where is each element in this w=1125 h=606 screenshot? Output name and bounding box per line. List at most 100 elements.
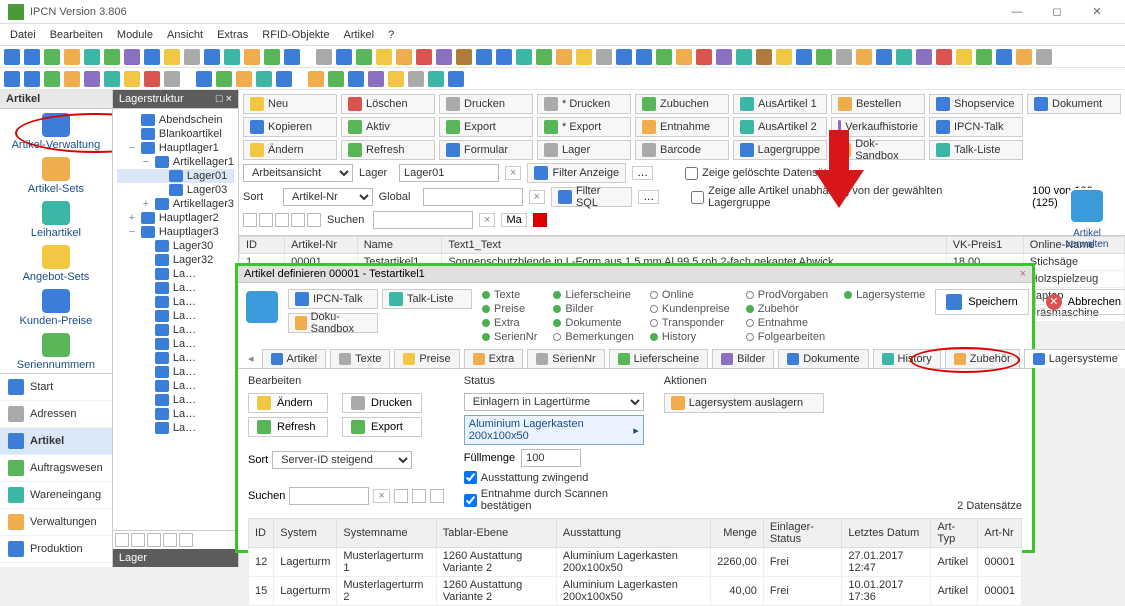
tree-node-selected[interactable]: Lager01 [117,169,234,183]
bestellen-button[interactable]: Bestellen [831,94,925,114]
angebot-sets-card[interactable]: Angebot-Sets [0,241,112,285]
dialog-close-button[interactable]: × [1020,268,1026,280]
neu-button[interactable]: Neu [243,94,337,114]
tool-icon[interactable] [164,49,180,65]
artikel-verwalten-card[interactable]: Artikel verwalten [1057,188,1117,250]
dlg-suchen-input[interactable] [289,487,369,505]
refresh-button[interactable]: Refresh [248,417,328,437]
nav-last[interactable] [291,213,305,227]
tool-icon[interactable] [64,49,80,65]
tree-node[interactable]: La… [117,323,234,337]
tree-tool[interactable] [179,533,193,547]
clear-icon[interactable]: × [373,489,389,503]
drucken-button[interactable]: Drucken [439,94,533,114]
kopieren-button[interactable]: Kopieren [243,117,337,137]
tool-icon[interactable] [696,49,712,65]
tree-tool[interactable] [115,533,129,547]
tool-icon[interactable] [1016,49,1032,65]
nav-verwaltungen[interactable]: Verwaltungen [0,509,112,536]
lager-input[interactable] [399,164,499,182]
tool-icon[interactable] [428,71,444,87]
nav-next[interactable] [275,213,289,227]
tool-icon[interactable] [656,49,672,65]
tool-icon[interactable] [356,49,372,65]
tool-icon[interactable] [716,49,732,65]
nav-produktion[interactable]: Produktion [0,536,112,563]
clear-icon[interactable]: × [529,190,545,204]
tab-history[interactable]: History [873,349,941,368]
tool-icon[interactable] [816,49,832,65]
export-button[interactable]: Export [439,117,533,137]
menu-rfid[interactable]: RFID-Objekte [256,27,335,43]
tab-lieferscheine[interactable]: Lieferscheine [609,349,708,368]
table-row[interactable]: 12LagerturmMusterlagerturm 11260 Austatt… [249,548,1022,577]
tree-node[interactable]: La… [117,421,234,435]
tool-icon[interactable] [776,49,792,65]
tool-icon[interactable] [44,71,60,87]
tool-icon[interactable] [876,49,892,65]
speichern-button[interactable]: Speichern [935,289,1029,315]
tool-icon[interactable] [4,49,20,65]
tool-icon[interactable] [376,49,392,65]
tool-icon[interactable] [84,49,100,65]
tool-icon[interactable] [956,49,972,65]
tree-node[interactable]: La… [117,393,234,407]
tool-icon[interactable] [916,49,932,65]
loeschen-button[interactable]: Löschen [341,94,435,114]
tool-icon[interactable] [84,71,100,87]
shopservice-button[interactable]: Shopservice [929,94,1023,114]
tool-icon[interactable] [936,49,952,65]
tool-icon[interactable] [856,49,872,65]
lagerkasten-select[interactable]: Aluminium Lagerkasten 200x100x50▸ [464,415,644,445]
tool-icon[interactable] [216,71,232,87]
tree-node[interactable]: +Artikellager3 [117,197,234,211]
tree-node[interactable]: +Hauptlager2 [117,211,234,225]
talkliste-button[interactable]: Talk-Liste [382,289,472,309]
tab-zubehoer[interactable]: Zubehör [945,349,1020,368]
tool-icon[interactable] [24,71,40,87]
tree-node[interactable]: −Artikellager1 [117,155,234,169]
chk-entnahme-scan[interactable] [464,494,477,507]
menu-module[interactable]: Module [111,27,159,43]
artikel-sets-card[interactable]: Artikel-Sets [0,153,112,197]
tool-icon[interactable] [516,49,532,65]
chk-allarticles[interactable] [691,191,704,204]
status-select[interactable]: Einlagern in Lagertürme [464,393,644,411]
menu-bearbeiten[interactable]: Bearbeiten [44,27,109,43]
nav-wareneingang[interactable]: Wareneingang [0,482,112,509]
drucken-button[interactable]: Drucken [342,393,422,413]
tool-icon[interactable] [756,49,772,65]
tab-artikel[interactable]: Artikel [262,349,327,368]
tool-icon[interactable] [388,71,404,87]
formular-button[interactable]: Formular [439,140,533,160]
tree-node[interactable]: La… [117,407,234,421]
tool-icon[interactable] [144,71,160,87]
tab-bilder[interactable]: Bilder [712,349,774,368]
tree-tool[interactable] [163,533,177,547]
tool-icon[interactable] [796,49,812,65]
ellipsis-button[interactable]: … [638,190,659,204]
tree-node[interactable]: La… [117,295,234,309]
ausartikel1-button[interactable]: AusArtikel 1 [733,94,827,114]
tool-icon[interactable] [124,71,140,87]
menu-datei[interactable]: Datei [4,27,42,43]
tool-icon[interactable] [836,49,852,65]
col-id[interactable]: ID [240,237,285,254]
menu-extras[interactable]: Extras [211,27,254,43]
tool-icon[interactable] [536,49,552,65]
tool-icon[interactable] [276,71,292,87]
red-marker-icon[interactable] [533,213,547,227]
col-nr[interactable]: Artikel-Nr [285,237,358,254]
tool-icon[interactable] [1036,49,1052,65]
refresh-button[interactable]: Refresh [341,140,435,160]
tool-icon[interactable] [556,49,572,65]
kunden-preise-card[interactable]: Kunden-Preise [0,285,112,329]
chk-ausstattung[interactable] [464,471,477,484]
tree-node[interactable]: La… [117,337,234,351]
tool-icon[interactable] [316,49,332,65]
tool-icon[interactable] [448,71,464,87]
nav-btn[interactable] [430,489,444,503]
tree-node[interactable]: La… [117,365,234,379]
tool-icon[interactable] [284,49,300,65]
tool-icon[interactable] [196,71,212,87]
